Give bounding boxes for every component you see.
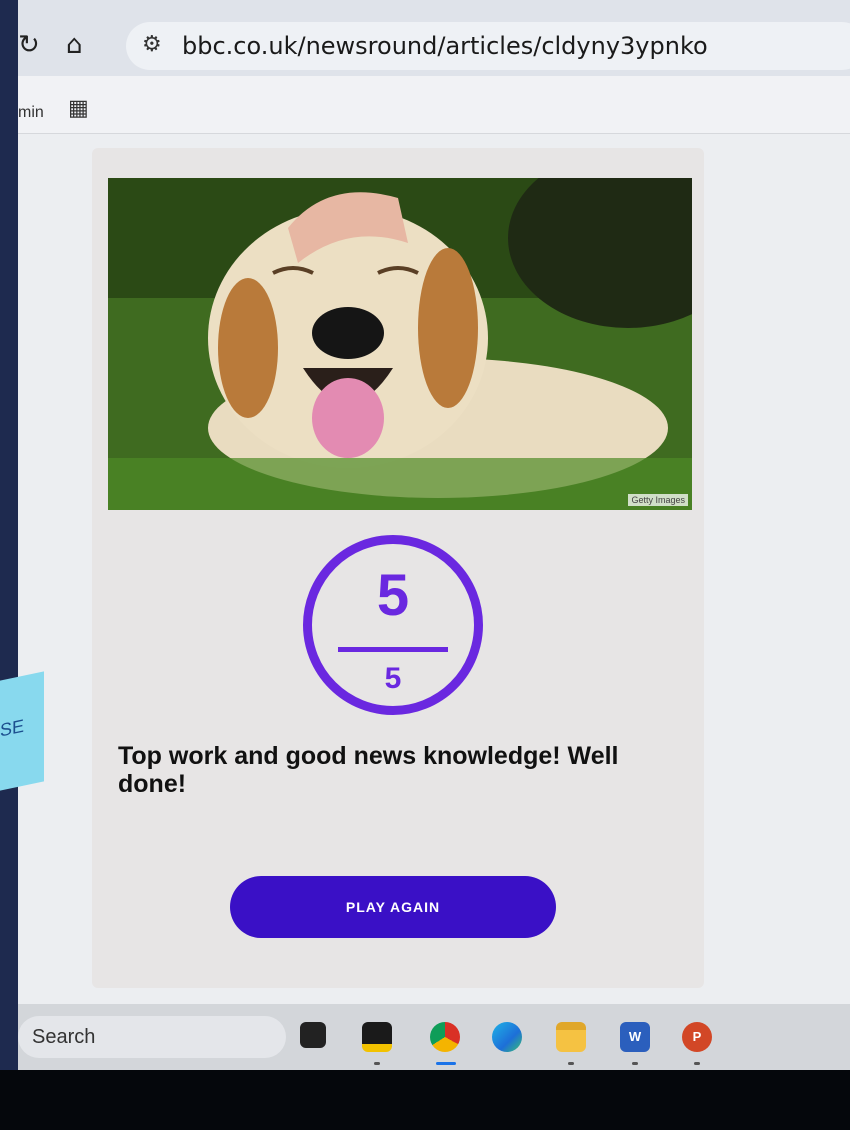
sticky-note-text: SE: [0, 715, 25, 741]
image-credit: Getty Images: [628, 494, 688, 506]
running-indicator: [568, 1062, 574, 1065]
chrome-icon[interactable]: [430, 1022, 460, 1052]
site-info-icon[interactable]: ⚙: [142, 32, 162, 57]
monitor-screen: ↻ ⌂ ⚙ bbc.co.uk/newsround/articles/cldyn…: [18, 0, 850, 1070]
sticky-notes-icon[interactable]: [362, 1022, 392, 1052]
url-text: bbc.co.uk/newsround/articles/cldyny3ypnk…: [182, 32, 708, 60]
running-indicator: [374, 1062, 380, 1065]
address-bar[interactable]: ⚙ bbc.co.uk/newsround/articles/cldyny3yp…: [126, 22, 850, 70]
score-divider: [338, 647, 448, 652]
score-circle: 5 5: [303, 535, 483, 715]
powerpoint-icon[interactable]: P: [682, 1022, 712, 1052]
word-icon[interactable]: W: [620, 1022, 650, 1052]
active-indicator: [436, 1062, 456, 1065]
task-view-icon[interactable]: [300, 1022, 326, 1048]
edge-icon[interactable]: [492, 1022, 522, 1052]
taskbar-search[interactable]: Search: [18, 1016, 286, 1058]
bookmarks-bar: min ▦: [18, 76, 850, 134]
score-total: 5: [384, 662, 402, 695]
dog-illustration: [108, 178, 692, 510]
monitor-bezel: [0, 1070, 850, 1130]
quiz-result-card: Getty Images 5 5 Top work and good news …: [92, 148, 704, 988]
sticky-note: SE: [0, 671, 44, 791]
score-correct: 5: [376, 563, 410, 628]
taskbar: Search W P: [18, 1004, 850, 1070]
home-icon[interactable]: ⌂: [66, 30, 83, 60]
running-indicator: [632, 1062, 638, 1065]
play-again-button[interactable]: PLAY AGAIN: [230, 876, 556, 938]
running-indicator: [694, 1062, 700, 1065]
apps-grid-icon[interactable]: ▦: [68, 96, 89, 121]
result-message: Top work and good news knowledge! Well d…: [118, 742, 619, 798]
bookmark-item[interactable]: min: [18, 104, 44, 122]
dog-photo: Getty Images: [108, 178, 692, 510]
reload-icon[interactable]: ↻: [18, 30, 40, 60]
page-content: Getty Images 5 5 Top work and good news …: [18, 134, 850, 1004]
taskbar-search-label: Search: [32, 1026, 96, 1048]
browser-toolbar: ↻ ⌂ ⚙ bbc.co.uk/newsround/articles/cldyn…: [18, 0, 850, 76]
file-explorer-icon[interactable]: [556, 1022, 586, 1052]
